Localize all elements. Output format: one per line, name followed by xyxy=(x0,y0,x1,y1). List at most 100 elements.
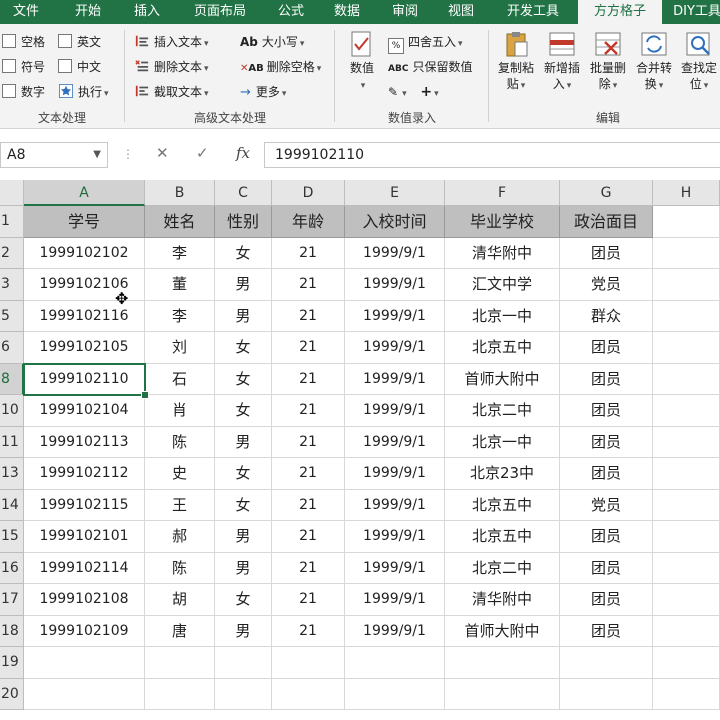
row-header-3[interactable]: 3 xyxy=(0,269,24,301)
cell-h15[interactable] xyxy=(653,521,720,553)
cell-b10[interactable]: 肖 xyxy=(145,395,215,427)
row-header-8[interactable]: 8 xyxy=(0,363,24,395)
more-button[interactable]: → 更多 ▾ xyxy=(240,84,286,102)
copy-paste-button[interactable]: 复制粘贴 ▾ xyxy=(494,30,538,94)
cell-g3[interactable]: 党员 xyxy=(560,269,653,301)
cell-g15[interactable]: 团员 xyxy=(560,521,653,553)
cell-f19[interactable] xyxy=(445,647,560,679)
cell-f6[interactable]: 北京五中 xyxy=(445,332,560,364)
cell-d10[interactable]: 21 xyxy=(272,395,345,427)
row-header-13[interactable]: 13 xyxy=(0,458,24,490)
cell-a20[interactable] xyxy=(24,678,145,710)
cell-d2[interactable]: 21 xyxy=(272,237,345,269)
row-header-14[interactable]: 14 xyxy=(0,489,24,521)
cell-b15[interactable]: 郝 xyxy=(145,521,215,553)
cell-a8[interactable]: 1999102110 xyxy=(24,363,145,395)
cell-g19[interactable] xyxy=(560,647,653,679)
tab-page-layout[interactable]: 页面布局 xyxy=(180,0,260,24)
cell-f15[interactable]: 北京五中 xyxy=(445,521,560,553)
merge-convert-button[interactable]: 合并转换 ▾ xyxy=(632,30,676,94)
cell-b19[interactable] xyxy=(145,647,215,679)
cell-f10[interactable]: 北京二中 xyxy=(445,395,560,427)
header-cell-c[interactable]: 性别 xyxy=(215,206,272,238)
case-button[interactable]: Ab 大小写 ▾ xyxy=(240,34,304,52)
cell-f20[interactable] xyxy=(445,678,560,710)
cell-d11[interactable]: 21 xyxy=(272,426,345,458)
row-header-15[interactable]: 15 xyxy=(0,521,24,553)
column-header-d[interactable]: D xyxy=(272,180,345,206)
cell-a10[interactable]: 1999102104 xyxy=(24,395,145,427)
cell-h17[interactable] xyxy=(653,584,720,616)
cell-e14[interactable]: 1999/9/1 xyxy=(345,489,445,521)
row-header-11[interactable]: 11 xyxy=(0,426,24,458)
cell-a17[interactable]: 1999102108 xyxy=(24,584,145,616)
cell-c14[interactable]: 女 xyxy=(215,489,272,521)
cell-c20[interactable] xyxy=(215,678,272,710)
cell-a18[interactable]: 1999102109 xyxy=(24,615,145,647)
cell-c6[interactable]: 女 xyxy=(215,332,272,364)
edit-pen-icon[interactable]: ✎ xyxy=(388,85,398,99)
row-header-16[interactable]: 16 xyxy=(0,552,24,584)
numeric-value-button[interactable]: 数值 ▾ xyxy=(342,30,382,94)
cell-f5[interactable]: 北京一中 xyxy=(445,300,560,332)
cell-f3[interactable]: 汇文中学 xyxy=(445,269,560,301)
tab-insert[interactable]: 插入 xyxy=(120,0,174,24)
cell-b6[interactable]: 刘 xyxy=(145,332,215,364)
cell-c19[interactable] xyxy=(215,647,272,679)
cell-c15[interactable]: 男 xyxy=(215,521,272,553)
cell-c11[interactable]: 男 xyxy=(215,426,272,458)
row-header-20[interactable]: 20 xyxy=(0,678,24,710)
cell-e5[interactable]: 1999/9/1 xyxy=(345,300,445,332)
cell-h6[interactable] xyxy=(653,332,720,364)
cell-h14[interactable] xyxy=(653,489,720,521)
cell-f18[interactable]: 首师大附中 xyxy=(445,615,560,647)
cell-h18[interactable] xyxy=(653,615,720,647)
row-header-1[interactable]: 1 xyxy=(0,206,24,238)
chinese-checkbox[interactable] xyxy=(58,59,72,73)
find-locate-button[interactable]: 查找定位 ▾ xyxy=(678,30,720,94)
tab-file[interactable]: 文件 xyxy=(0,0,52,24)
cell-b14[interactable]: 王 xyxy=(145,489,215,521)
cell-g10[interactable]: 团员 xyxy=(560,395,653,427)
chinese-option[interactable]: 中文 xyxy=(58,59,101,75)
row-header-18[interactable]: 18 xyxy=(0,615,24,647)
cell-g14[interactable]: 党员 xyxy=(560,489,653,521)
cell-a19[interactable] xyxy=(24,647,145,679)
header-cell-e[interactable]: 入校时间 xyxy=(345,206,445,238)
plus-icon[interactable]: + xyxy=(420,84,432,100)
cell-c5[interactable]: 男 xyxy=(215,300,272,332)
cell-a11[interactable]: 1999102113 xyxy=(24,426,145,458)
cell-g18[interactable]: 团员 xyxy=(560,615,653,647)
header-cell-f[interactable]: 毕业学校 xyxy=(445,206,560,238)
column-header-h[interactable]: H xyxy=(653,180,720,206)
cell-e3[interactable]: 1999/9/1 xyxy=(345,269,445,301)
select-all-corner[interactable] xyxy=(0,180,24,206)
cell-b20[interactable] xyxy=(145,678,215,710)
cell-h11[interactable] xyxy=(653,426,720,458)
cell-a13[interactable]: 1999102112 xyxy=(24,458,145,490)
header-cell-g[interactable]: 政治面目 xyxy=(560,206,653,238)
cell-f16[interactable]: 北京二中 xyxy=(445,552,560,584)
cell-h20[interactable] xyxy=(653,678,720,710)
cell-b17[interactable]: 胡 xyxy=(145,584,215,616)
cell-d16[interactable]: 21 xyxy=(272,552,345,584)
cell-h3[interactable] xyxy=(653,269,720,301)
cell-h13[interactable] xyxy=(653,458,720,490)
cell-c18[interactable]: 男 xyxy=(215,615,272,647)
cell-g8[interactable]: 团员 xyxy=(560,363,653,395)
header-cell-d[interactable]: 年龄 xyxy=(272,206,345,238)
cell-d5[interactable]: 21 xyxy=(272,300,345,332)
tab-data[interactable]: 数据 xyxy=(322,0,372,24)
column-header-c[interactable]: C xyxy=(215,180,272,206)
cell-d20[interactable] xyxy=(272,678,345,710)
cancel-icon[interactable]: ✕ xyxy=(156,144,169,162)
round-button[interactable]: % 四舍五入 ▾ xyxy=(388,34,463,54)
header-cell-a[interactable]: 学号 xyxy=(24,206,145,238)
delete-text-button[interactable]: 删除文本 ▾ xyxy=(134,59,209,77)
keep-values-button[interactable]: ABC 只保留数值 xyxy=(388,59,472,77)
extract-text-button[interactable]: 截取文本 ▾ xyxy=(134,84,209,102)
cell-d15[interactable]: 21 xyxy=(272,521,345,553)
cell-f2[interactable]: 清华附中 xyxy=(445,237,560,269)
cell-e16[interactable]: 1999/9/1 xyxy=(345,552,445,584)
cell-e2[interactable]: 1999/9/1 xyxy=(345,237,445,269)
